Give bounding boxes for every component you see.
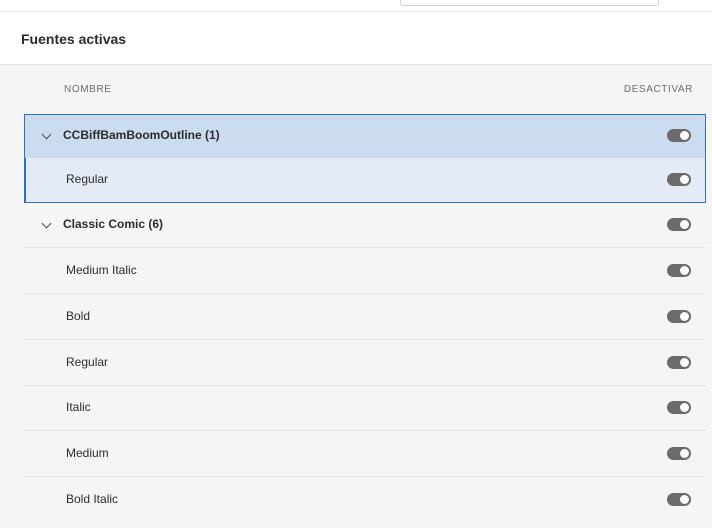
deactivate-toggle[interactable] (667, 173, 691, 186)
font-family-row-ccbiffbamboomoutline[interactable]: CCBiffBamBoomOutline (1) (24, 114, 706, 159)
deactivate-toggle[interactable] (667, 401, 691, 414)
font-family-name: Classic Comic (6) (63, 217, 164, 231)
font-style-row[interactable]: Medium (24, 432, 706, 477)
font-style-name: Bold (66, 309, 91, 323)
font-style-row[interactable]: Regular (24, 158, 706, 203)
chevron-down-icon[interactable] (41, 218, 52, 229)
font-family-name: CCBiffBamBoomOutline (1) (63, 128, 220, 142)
active-fonts-list: NOMBRE DESACTIVAR CCBiffBamBoomOutline (… (0, 65, 712, 528)
font-style-name: Regular (66, 355, 109, 369)
deactivate-toggle[interactable] (667, 356, 691, 369)
toggle-knob (680, 312, 689, 321)
deactivate-toggle[interactable] (667, 310, 691, 323)
section-title: Fuentes activas (21, 31, 127, 47)
chevron-down-icon[interactable] (41, 129, 52, 140)
font-style-name: Medium (66, 446, 109, 460)
deactivate-toggle[interactable] (667, 218, 691, 231)
font-style-name: Italic (66, 400, 91, 414)
toggle-knob (680, 358, 689, 367)
deactivate-toggle[interactable] (667, 493, 691, 506)
font-style-row[interactable]: Regular (24, 341, 706, 386)
toggle-knob (680, 175, 689, 184)
font-style-name: Regular (66, 172, 109, 186)
active-fonts-header: Fuentes activas (0, 12, 712, 65)
toggle-knob (680, 449, 689, 458)
font-family-row-classic-comic[interactable]: Classic Comic (6) (24, 203, 706, 248)
toggle-knob (680, 131, 689, 140)
deactivate-toggle[interactable] (667, 129, 691, 142)
font-style-row[interactable]: Bold Italic (24, 478, 706, 523)
toggle-knob (680, 220, 689, 229)
font-style-row[interactable]: Medium Italic (24, 249, 706, 294)
toggle-knob (680, 495, 689, 504)
deactivate-toggle[interactable] (667, 447, 691, 460)
font-style-row[interactable]: Italic (24, 386, 706, 431)
deactivate-toggle[interactable] (667, 264, 691, 277)
toggle-knob (680, 403, 689, 412)
toggle-knob (680, 266, 689, 275)
search-field[interactable] (400, 0, 659, 6)
font-style-row[interactable]: Bold (24, 295, 706, 340)
top-bar (0, 0, 712, 12)
font-style-name: Medium Italic (66, 263, 137, 277)
font-style-name: Bold Italic (66, 492, 119, 506)
column-header-deactivate: DESACTIVAR (623, 84, 693, 95)
column-header-name[interactable]: NOMBRE (64, 84, 112, 95)
